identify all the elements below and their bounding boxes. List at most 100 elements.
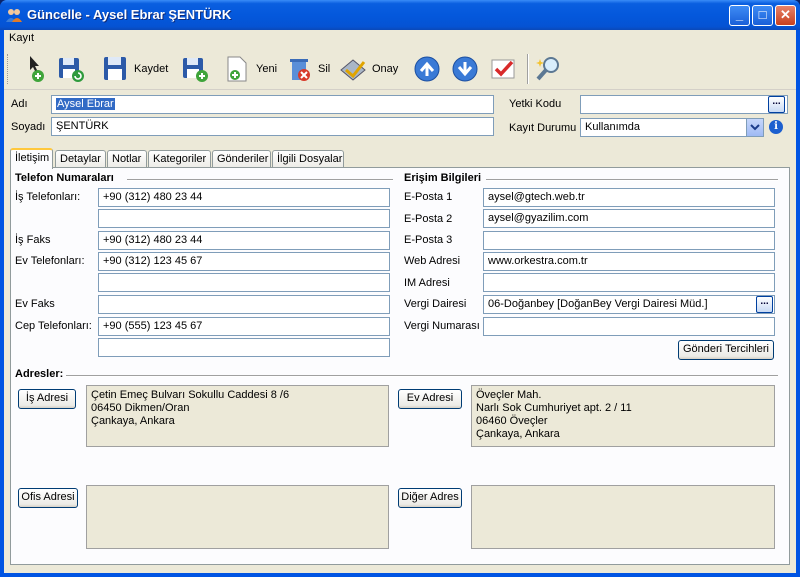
toolbar: Kaydet Yeni Sil Onay [4,48,796,90]
record-status-select[interactable]: Kullanımda [580,118,764,137]
tax-office-field[interactable]: 06-Doğanbey [DoğanBey Vergi Dairesi Müd.… [483,295,775,314]
save-refresh-icon [59,58,84,82]
add-record-button[interactable] [22,50,52,88]
down-arrow-icon [452,56,478,82]
new-button[interactable]: Yeni [222,50,277,88]
work-address-box: Çetin Emeç Bulvarı Sokullu Caddesi 8 /6 … [86,385,389,447]
add-record-icon [30,56,44,82]
mobile-phones-label: Cep Telefonları: [15,320,92,332]
home-address-line: Narlı Sok Cumhuriyet apt. 2 / 11 [476,402,632,414]
home-fax-label: Ev Faks [15,298,55,310]
people-icon [6,9,22,22]
home-phone-1[interactable]: +90 (312) 123 45 67 [98,252,390,271]
toolbar-separator [527,54,529,84]
name-field[interactable]: Aysel Ebrar [51,95,494,114]
save-icon [104,57,126,80]
office-address-button[interactable]: Ofis Adresi [18,488,78,508]
record-status-dropdown[interactable] [746,119,763,136]
tab-ilgili-dosyalar[interactable]: İlgili Dosyalar [272,150,344,168]
ellipsis-icon: ... [772,96,781,107]
email3-field[interactable] [483,231,775,250]
mobile-phone-1[interactable]: +90 (555) 123 45 67 [98,317,390,336]
work-address-line: Çetin Emeç Bulvarı Sokullu Caddesi 8 /6 [91,389,290,401]
access-divider [486,179,778,181]
home-phones-label: Ev Telefonları: [15,255,85,267]
home-phone-2[interactable] [98,273,390,292]
work-phone-1[interactable]: +90 (312) 480 23 44 [98,188,390,207]
home-fax-field[interactable] [98,295,390,314]
web-field[interactable]: www.orkestra.com.tr [483,252,775,271]
work-address-button[interactable]: İş Adresi [18,389,76,409]
name-label: Adı [11,98,28,110]
toolbar-grip[interactable] [7,54,10,84]
client-area: Kayıt Kaydet Yeni Sil Onay Adı Aysel Ebr… [4,30,796,573]
im-label: IM Adresi [404,277,450,289]
email2-field[interactable]: aysel@gyazilim.com [483,209,775,228]
move-down-button[interactable] [450,50,480,88]
up-arrow-icon [414,56,440,82]
phones-divider [127,179,393,181]
approve-button[interactable]: Onay [338,50,398,88]
close-button[interactable]: ✕ [775,5,796,26]
addresses-divider [66,375,778,377]
authority-ellipsis-button[interactable]: ... [768,96,785,113]
window-title: Güncelle - Aysel Ebrar ŞENTÜRK [27,7,232,22]
menu-bar: Kayıt [4,30,796,48]
ellipsis-icon: ... [760,296,769,307]
tab-notlar[interactable]: Notlar [107,150,147,168]
shipping-preferences-button[interactable]: Gönderi Tercihleri [678,340,774,360]
menu-kayit[interactable]: Kayıt [9,32,34,44]
home-address-button[interactable]: Ev Adresi [398,389,462,409]
delete-label: Sil [318,63,331,75]
tab-gonderiler[interactable]: Gönderiler [212,150,271,168]
tab-detaylar[interactable]: Detaylar [55,150,106,168]
app-window: Güncelle - Aysel Ebrar ŞENTÜRK _ □ ✕ Kay… [0,0,800,577]
authority-code-field[interactable] [580,95,788,114]
addresses-group-title: Adresler: [15,368,64,380]
tax-number-label: Vergi Numarası [404,320,480,332]
mobile-phone-2[interactable] [98,338,390,357]
save-new-button[interactable] [180,50,210,88]
email3-label: E-Posta 3 [404,234,453,246]
save-button[interactable]: Kaydet [100,50,168,88]
phones-group-title: Telefon Numaraları [15,172,114,184]
email1-label: E-Posta 1 [404,191,453,203]
approve-label: Onay [372,63,399,75]
work-fax-field[interactable]: +90 (312) 480 23 44 [98,231,390,250]
email1-field[interactable]: aysel@gtech.web.tr [483,188,775,207]
tab-iletisim[interactable]: İletişim [10,148,53,169]
tax-number-field[interactable] [483,317,775,336]
email2-label: E-Posta 2 [404,213,453,225]
new-label: Yeni [256,63,278,75]
approve-icon [340,59,366,81]
delete-button[interactable]: Sil [284,50,330,88]
save-label: Kaydet [134,63,169,75]
maximize-button[interactable]: □ [752,5,773,26]
tax-office-ellipsis-button[interactable]: ... [756,296,773,313]
im-field[interactable] [483,273,775,292]
title-bar[interactable]: Güncelle - Aysel Ebrar ŞENTÜRK _ □ ✕ [0,0,800,30]
home-address-box: Öveçler Mah. Narlı Sok Cumhuriyet apt. 2… [471,385,775,447]
checklist-button[interactable] [488,50,518,88]
info-icon[interactable]: i [769,120,783,134]
work-phone-2[interactable] [98,209,390,228]
tab-kategoriler[interactable]: Kategoriler [148,150,211,168]
other-address-button[interactable]: Diğer Adres [398,488,462,508]
access-group-title: Erişim Bilgileri [404,172,482,184]
work-address-line: Çankaya, Ankara [91,415,175,427]
save-new-icon [183,58,208,82]
surname-field[interactable]: ŞENTÜRK [51,117,494,136]
home-address-line: Öveçler Mah. [476,389,542,401]
home-address-line: 06460 Öveçler [476,415,548,427]
name-value: Aysel Ebrar [56,98,115,110]
save-refresh-button[interactable] [56,50,86,88]
minimize-button[interactable]: _ [729,5,750,26]
record-status-label: Kayıt Durumu [509,122,577,134]
search-button[interactable] [534,50,564,88]
tax-office-label: Vergi Dairesi [404,298,467,310]
work-phones-label: İş Telefonları: [15,191,81,203]
home-address-line: Çankaya, Ankara [476,428,560,440]
new-document-icon [227,56,247,82]
move-up-button[interactable] [412,50,442,88]
checklist-icon [491,59,515,79]
